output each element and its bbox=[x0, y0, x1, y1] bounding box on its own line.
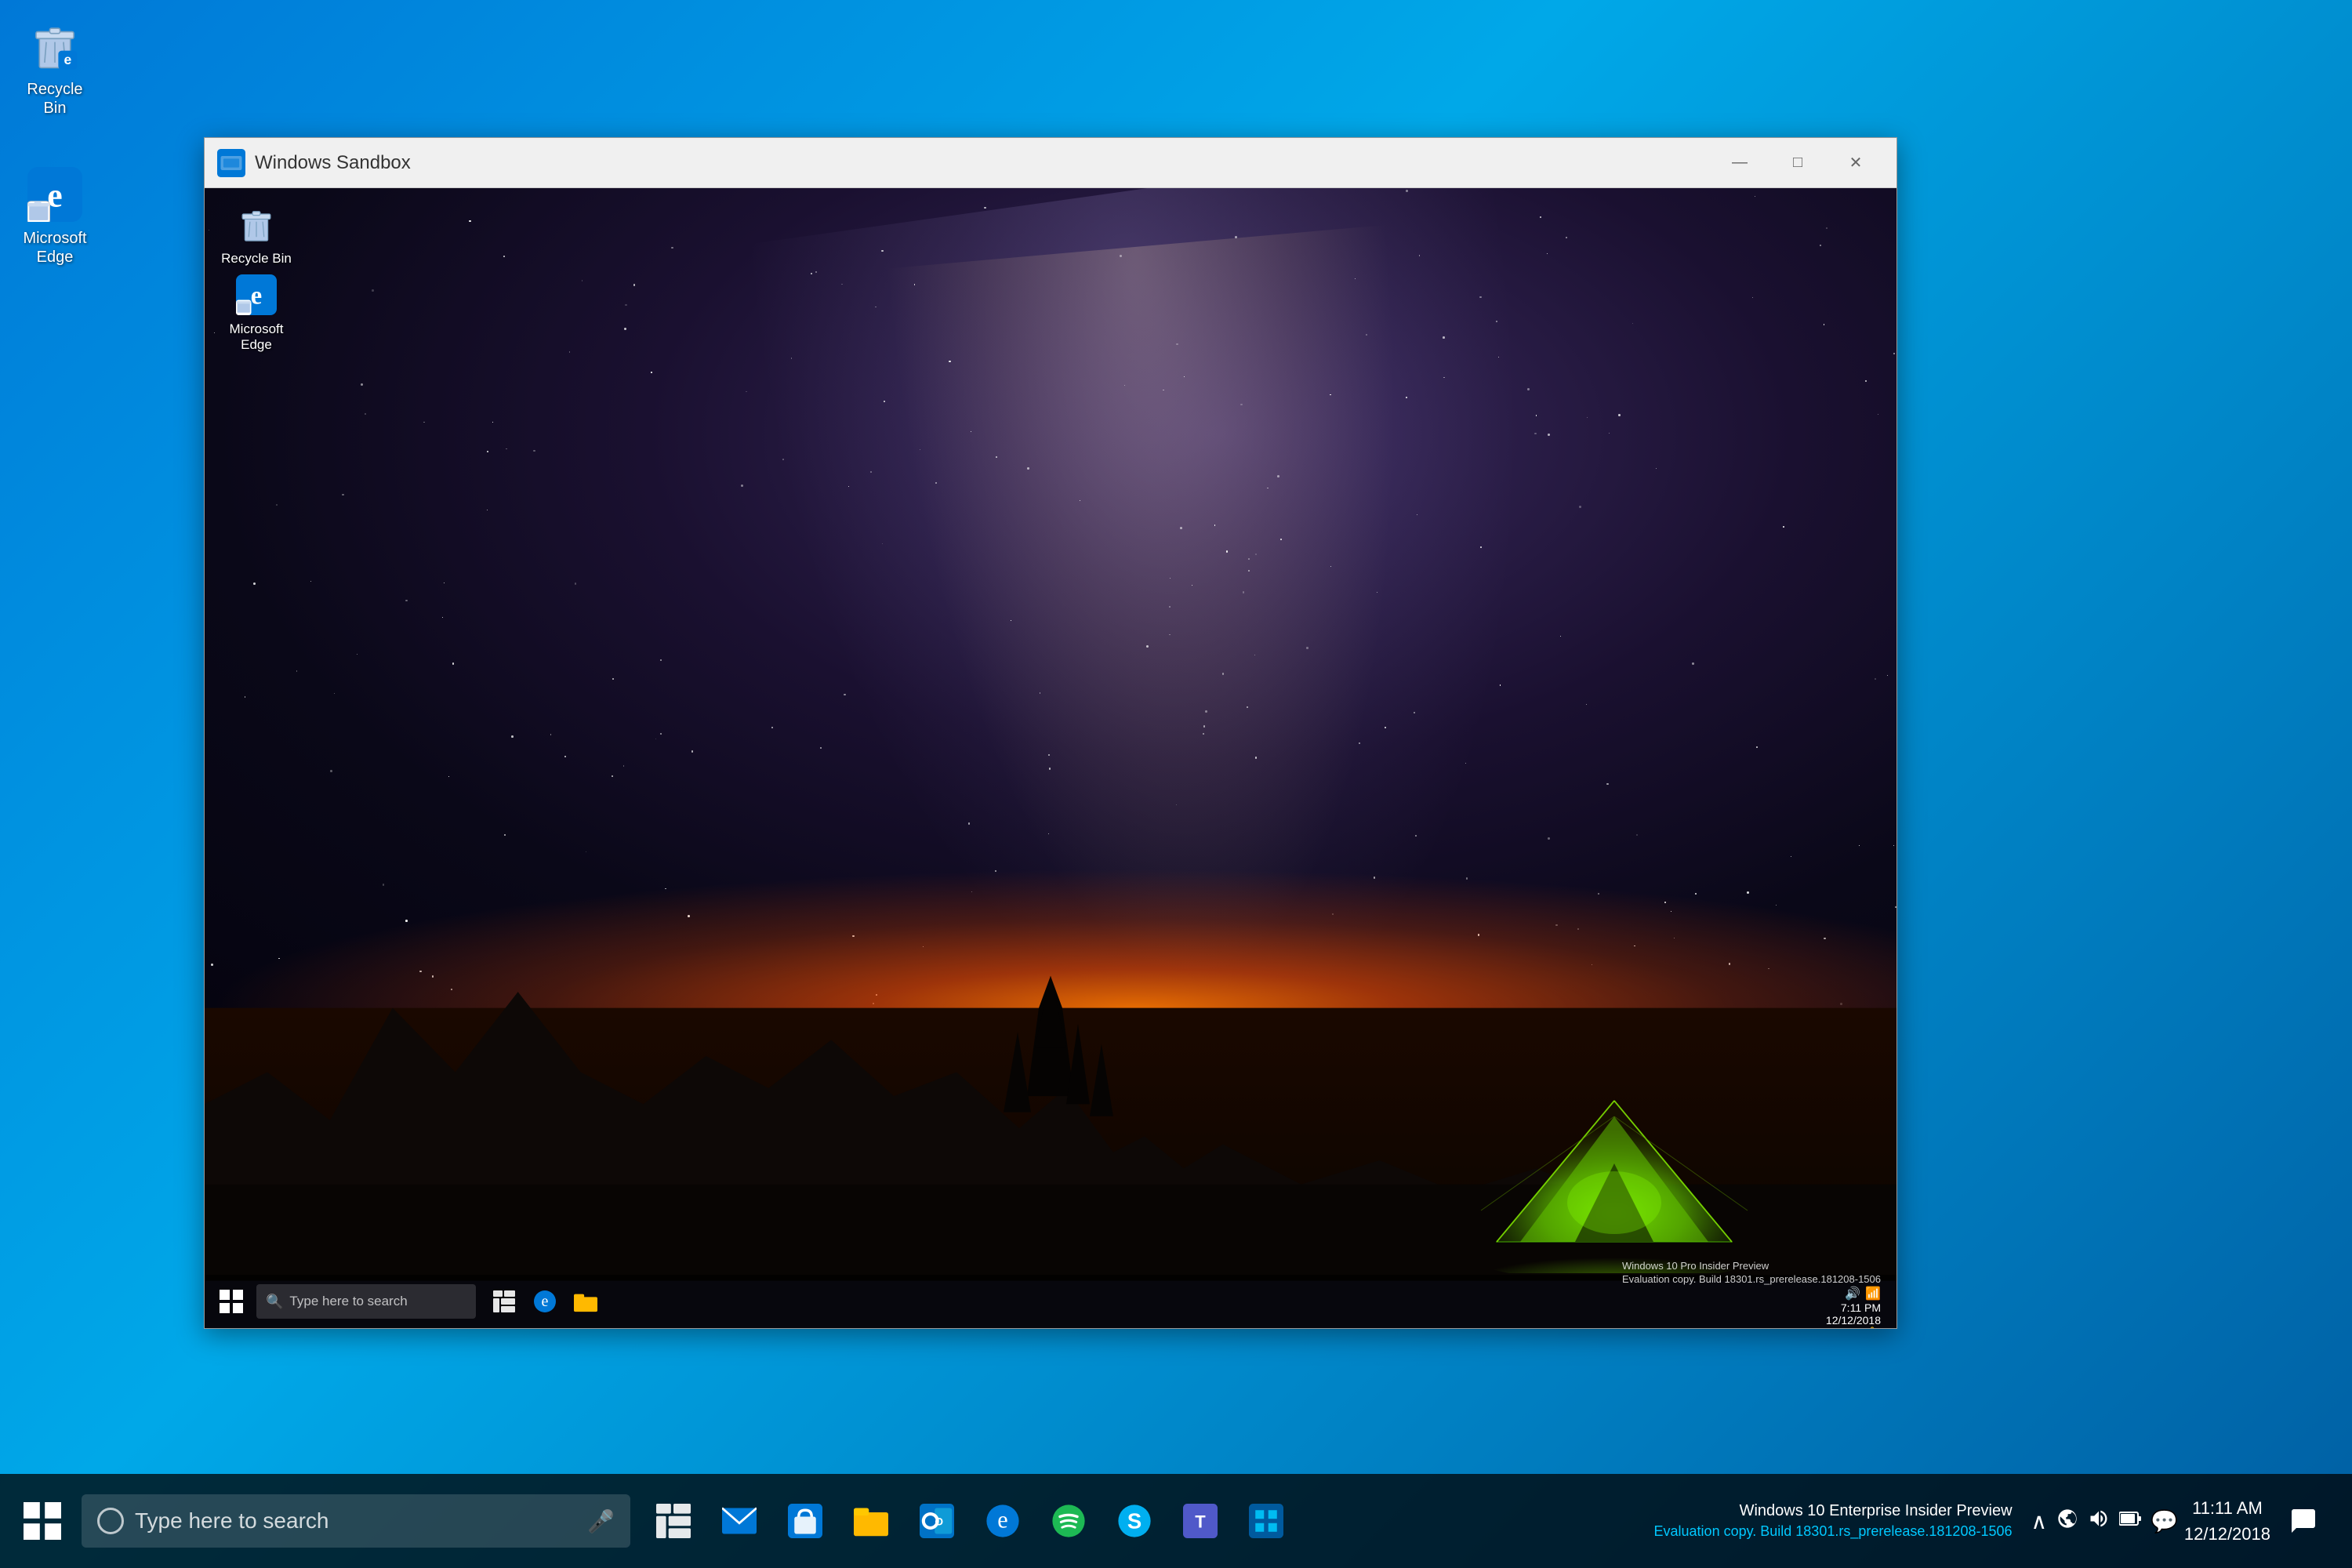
sandbox-content: Recycle Bin e Microsoft Edge bbox=[205, 188, 1896, 1328]
inner-edge-btn[interactable]: e bbox=[526, 1283, 564, 1320]
inner-build-line1: Windows 10 Pro Insider Preview bbox=[1622, 1260, 1881, 1273]
sandbox-window: Windows Sandbox — □ ✕ bbox=[204, 137, 1897, 1329]
svg-text:e: e bbox=[997, 1506, 1007, 1533]
inner-recycle-bin-icon bbox=[233, 201, 280, 248]
edge-icon-label: Microsoft Edge bbox=[14, 229, 96, 267]
svg-text:e: e bbox=[542, 1293, 549, 1310]
host-time: 11:11 AM bbox=[2184, 1495, 2270, 1521]
host-mail-button[interactable] bbox=[709, 1490, 770, 1552]
desktop-icon-edge[interactable]: e Microsoft Edge bbox=[8, 157, 102, 273]
host-search-text: Type here to search bbox=[135, 1508, 328, 1534]
host-datetime[interactable]: 11:11 AM 12/12/2018 bbox=[2184, 1495, 2270, 1547]
maximize-button[interactable]: □ bbox=[1769, 144, 1826, 182]
desktop-icon-recycle-bin[interactable]: e Recycle Bin bbox=[8, 8, 102, 124]
inner-search-box[interactable]: 🔍 Type here to search bbox=[256, 1284, 476, 1319]
edge-icon-host: e bbox=[24, 163, 86, 226]
inner-file-explorer-btn[interactable] bbox=[567, 1283, 604, 1320]
titlebar-buttons: — □ ✕ bbox=[1711, 144, 1884, 182]
inner-volume-icon[interactable]: 🔊 bbox=[1845, 1286, 1860, 1301]
inner-time: 7:11 PM bbox=[1826, 1301, 1881, 1314]
host-build-line2: Evaluation copy. Build 18301.rs_prerelea… bbox=[1654, 1522, 2013, 1541]
host-start-button[interactable] bbox=[9, 1488, 75, 1554]
host-network-icon[interactable] bbox=[2056, 1508, 2078, 1535]
inner-sys-tray: 🔊 📶 bbox=[1845, 1286, 1881, 1301]
host-task-view-button[interactable] bbox=[643, 1490, 704, 1552]
sandbox-title-icon bbox=[217, 149, 245, 177]
host-outlook-button[interactable]: O bbox=[906, 1490, 967, 1552]
inner-desktop-icon-edge[interactable]: e Microsoft Edge bbox=[217, 271, 296, 353]
inner-date: 12/12/2018 bbox=[1826, 1314, 1881, 1327]
svg-text:S: S bbox=[1127, 1509, 1142, 1534]
inner-taskbar-icons: e bbox=[485, 1283, 604, 1320]
host-battery-icon[interactable] bbox=[2119, 1508, 2141, 1534]
inner-task-view-btn[interactable] bbox=[485, 1283, 523, 1320]
host-app-button[interactable] bbox=[1236, 1490, 1297, 1552]
inner-taskbar-right: Windows 10 Pro Insider Preview Evaluatio… bbox=[1622, 1260, 1890, 1328]
host-volume-icon[interactable] bbox=[2088, 1508, 2110, 1535]
host-desktop: e Recycle Bin e Microsoft Edge bbox=[0, 0, 2352, 1568]
inner-edge-icon: e bbox=[233, 271, 280, 318]
inner-datetime: 7:11 PM 12/12/2018 bbox=[1826, 1301, 1881, 1327]
tent bbox=[1457, 1054, 1771, 1273]
host-chevron-icon[interactable]: ∧ bbox=[2031, 1508, 2048, 1534]
host-sys-tray: ∧ 💬 bbox=[2031, 1508, 2178, 1535]
host-teams-button[interactable]: T bbox=[1170, 1490, 1231, 1552]
inner-edge-label: Microsoft Edge bbox=[217, 321, 296, 353]
host-build-line1: Windows 10 Enterprise Insider Preview bbox=[1654, 1500, 2013, 1522]
host-notification-button[interactable] bbox=[2277, 1494, 2330, 1548]
svg-text:T: T bbox=[1195, 1512, 1206, 1531]
svg-text:e: e bbox=[64, 52, 72, 67]
host-file-explorer-button[interactable] bbox=[840, 1490, 902, 1552]
host-spotify-button[interactable] bbox=[1038, 1490, 1099, 1552]
svg-text:O: O bbox=[935, 1516, 943, 1528]
host-msg-icon[interactable]: 💬 bbox=[2151, 1508, 2178, 1534]
inner-notification-icon[interactable]: 🔔 bbox=[1864, 1327, 1881, 1328]
microphone-icon[interactable]: 🎤 bbox=[587, 1508, 615, 1534]
inner-taskbar: 🔍 Type here to search bbox=[205, 1275, 1896, 1328]
inner-network-icon[interactable]: 📶 bbox=[1865, 1286, 1881, 1301]
inner-build-text: Windows 10 Pro Insider Preview Evaluatio… bbox=[1622, 1260, 1881, 1287]
recycle-bin-icon: e bbox=[24, 14, 86, 77]
svg-text:e: e bbox=[251, 281, 262, 310]
inner-search-text: Type here to search bbox=[289, 1294, 407, 1309]
host-taskbar: Type here to search 🎤 bbox=[0, 1474, 2352, 1568]
host-store-button[interactable] bbox=[775, 1490, 836, 1552]
sandbox-titlebar: Windows Sandbox — □ ✕ bbox=[205, 138, 1896, 188]
close-button[interactable]: ✕ bbox=[1828, 144, 1884, 182]
inner-build-line2: Evaluation copy. Build 18301.rs_prerelea… bbox=[1622, 1273, 1881, 1287]
host-edge-button[interactable]: e bbox=[972, 1490, 1033, 1552]
recycle-bin-label: Recycle Bin bbox=[14, 80, 96, 118]
host-search-box[interactable]: Type here to search 🎤 bbox=[82, 1494, 630, 1548]
host-taskbar-right: Windows 10 Enterprise Insider Preview Ev… bbox=[1654, 1494, 2343, 1548]
host-taskbar-icons: O e bbox=[643, 1490, 1297, 1552]
host-build-notice: Windows 10 Enterprise Insider Preview Ev… bbox=[1654, 1500, 2013, 1541]
edge-icon-svg-host: e bbox=[27, 167, 82, 222]
inner-search-icon: 🔍 bbox=[266, 1294, 283, 1310]
inner-start-button[interactable] bbox=[211, 1281, 252, 1322]
recycle-bin-svg: e bbox=[27, 18, 82, 73]
host-skype-button[interactable]: S bbox=[1104, 1490, 1165, 1552]
sandbox-title-text: Windows Sandbox bbox=[255, 152, 1711, 174]
minimize-button[interactable]: — bbox=[1711, 144, 1768, 182]
search-circle-icon bbox=[97, 1508, 124, 1534]
inner-desktop-icon-recycle-bin[interactable]: Recycle Bin bbox=[217, 201, 296, 267]
host-date: 12/12/2018 bbox=[2184, 1521, 2270, 1547]
inner-recycle-bin-label: Recycle Bin bbox=[221, 251, 292, 267]
